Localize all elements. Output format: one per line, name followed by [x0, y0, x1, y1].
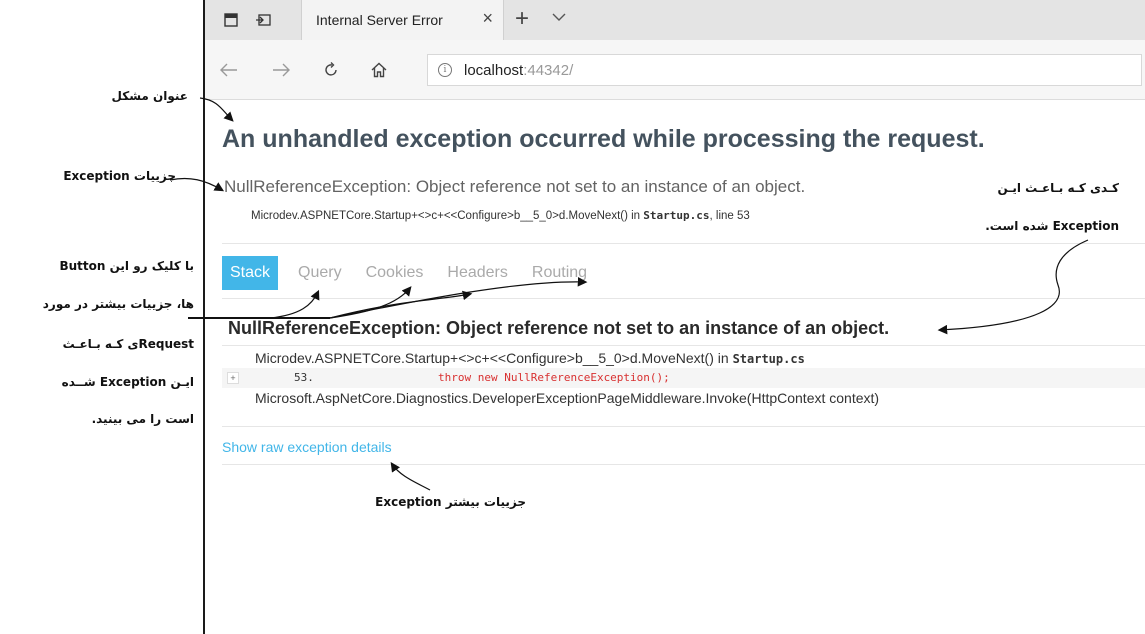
- tab-preview-icon[interactable]: [219, 8, 243, 32]
- divider: [222, 243, 1145, 244]
- annotation-code-1: کـدی کـه بـاعـث ایـن: [997, 181, 1119, 195]
- tab-bar: Internal Server Error × +: [205, 0, 1145, 40]
- address-bar: i localhost:44342/: [205, 40, 1145, 100]
- tab-routing[interactable]: Routing: [524, 256, 595, 290]
- detail-tabs: Stack Query Cookies Headers Routing: [222, 255, 603, 291]
- annotation-buttons-5: است را می بینید.: [91, 412, 194, 426]
- home-icon[interactable]: [365, 56, 393, 84]
- stack-frame[interactable]: Microdev.ASPNETCore.Startup+<>c+<<Config…: [255, 350, 805, 366]
- annotation-code-2: Exception شده است.: [985, 219, 1119, 233]
- annotation-more: جزییات بیشتر Exception: [375, 495, 526, 509]
- exception-header: NullReferenceException: Object reference…: [224, 177, 806, 196]
- tab-cookies[interactable]: Cookies: [358, 256, 432, 290]
- divider: [222, 345, 1145, 346]
- source-code-line: + 53. throw new NullReferenceException()…: [222, 368, 1145, 388]
- stack-frame[interactable]: Microsoft.AspNetCore.Diagnostics.Develop…: [255, 390, 879, 406]
- divider: [222, 464, 1145, 465]
- divider: [222, 426, 1145, 427]
- annotation-title: عنوان مشکل: [111, 89, 188, 103]
- tab-headers[interactable]: Headers: [439, 256, 515, 290]
- close-icon[interactable]: ×: [482, 8, 493, 29]
- tab-query[interactable]: Query: [290, 256, 350, 290]
- info-icon[interactable]: i: [438, 63, 452, 77]
- tab-title: Internal Server Error: [316, 12, 443, 28]
- chevron-down-icon[interactable]: [552, 9, 566, 25]
- set-aside-tabs-icon[interactable]: [251, 8, 275, 32]
- tab-internal-server-error[interactable]: Internal Server Error ×: [301, 0, 504, 40]
- line-code: throw new NullReferenceException();: [438, 371, 670, 384]
- show-raw-details-link[interactable]: Show raw exception details: [222, 439, 392, 455]
- line-number: 53.: [294, 371, 314, 384]
- url-field[interactable]: i localhost:44342/: [427, 54, 1142, 86]
- stack-exception-title: NullReferenceException: Object reference…: [228, 318, 890, 338]
- exception-location: Microdev.ASPNETCore.Startup+<>c+<<Config…: [251, 209, 750, 222]
- url-text: localhost:44342/: [464, 62, 574, 79]
- annotation-details: جزییات Exception: [63, 169, 176, 183]
- browser-window: Internal Server Error × + i localhost:44…: [203, 0, 1145, 634]
- tab-stack[interactable]: Stack: [222, 256, 279, 290]
- annotation-buttons-2: ها، جزییات بیشتر در مورد: [42, 297, 194, 311]
- forward-arrow-icon[interactable]: [267, 56, 295, 84]
- refresh-icon[interactable]: [317, 56, 345, 84]
- annotation-buttons-1: با کلیک رو این Button: [59, 259, 194, 273]
- plus-icon[interactable]: +: [515, 5, 529, 33]
- back-arrow-icon[interactable]: [215, 56, 243, 84]
- divider: [222, 298, 1145, 299]
- expand-toggle[interactable]: +: [227, 372, 239, 384]
- page-title: An unhandled exception occurred while pr…: [222, 125, 985, 153]
- annotation-buttons-3: Requestی کـه بـاعـث: [62, 337, 194, 351]
- annotation-buttons-4: ایـن Exception شــده: [61, 375, 194, 389]
